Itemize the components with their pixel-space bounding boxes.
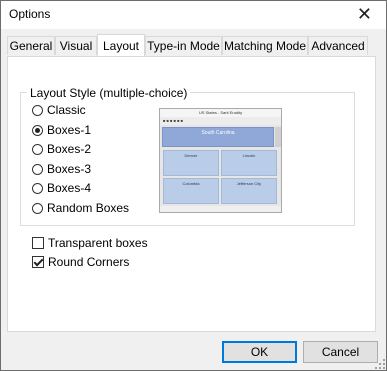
cancel-button[interactable]: Cancel xyxy=(303,341,378,363)
tab-matching-mode[interactable]: Matching Mode xyxy=(222,36,308,55)
checkbox-label: Round Corners xyxy=(48,255,130,269)
layout-style-group-label: Layout Style (multiple-choice) xyxy=(27,86,191,100)
tab-strip: General Visual Layout Type-in Mode Match… xyxy=(7,34,377,57)
tab-type-in-mode[interactable]: Type-in Mode xyxy=(145,36,222,55)
resize-grip-icon[interactable] xyxy=(375,359,385,369)
window-title: Options xyxy=(9,7,51,21)
close-icon[interactable]: ✕ xyxy=(357,4,372,24)
radio-button[interactable] xyxy=(32,163,43,175)
checkbox-box[interactable] xyxy=(32,237,44,249)
radio-label: Boxes-1 xyxy=(47,123,92,137)
radio-label: Classic xyxy=(47,103,86,117)
preview-status-bar xyxy=(160,206,281,212)
radio-button[interactable] xyxy=(32,104,43,116)
radio-button[interactable] xyxy=(32,143,43,155)
preview-header-cell: South Carolina xyxy=(162,127,274,147)
tab-advanced[interactable]: Advanced xyxy=(308,36,368,55)
radio-label: Boxes-2 xyxy=(47,142,92,156)
radio-boxes-3[interactable]: Boxes-3 xyxy=(32,161,91,177)
radio-button[interactable] xyxy=(32,202,43,214)
radio-boxes-2[interactable]: Boxes-2 xyxy=(32,141,91,157)
preview-cell: Lincoln xyxy=(221,150,277,176)
preview-scrollbar xyxy=(275,127,281,147)
title-bar: Options ✕ xyxy=(1,1,386,29)
radio-label: Boxes-3 xyxy=(47,162,92,176)
radio-random-boxes[interactable]: Random Boxes xyxy=(32,200,129,216)
checkbox-label: Transparent boxes xyxy=(48,236,148,250)
radio-label: Boxes-4 xyxy=(47,181,92,195)
preview-cell: Columbia xyxy=(163,178,219,204)
radio-label: Random Boxes xyxy=(47,201,130,215)
ok-button[interactable]: OK xyxy=(222,341,297,363)
tab-visual[interactable]: Visual xyxy=(55,36,97,55)
tab-layout[interactable]: Layout xyxy=(97,34,145,56)
radio-classic[interactable]: Classic xyxy=(32,102,86,118)
layout-preview-image: US States - Sarit Erudity ■ ■ ■ ■ ■ ■ So… xyxy=(159,108,282,213)
checkbox-transparent-boxes[interactable]: Transparent boxes xyxy=(32,235,148,251)
radio-boxes-4[interactable]: Boxes-4 xyxy=(32,180,91,196)
checkbox-round-corners[interactable]: Round Corners xyxy=(32,254,129,270)
tab-general[interactable]: General xyxy=(7,36,55,55)
radio-boxes-1[interactable]: Boxes-1 xyxy=(32,122,91,138)
preview-menu-bar: ■ ■ ■ ■ ■ ■ xyxy=(160,117,281,125)
radio-button-selected[interactable] xyxy=(32,124,43,136)
preview-cell: Denver xyxy=(163,150,219,176)
preview-cell: Jefferson City xyxy=(221,178,277,204)
preview-title: US States - Sarit Erudity xyxy=(160,109,281,117)
checkbox-box-checked[interactable] xyxy=(32,256,44,268)
radio-button[interactable] xyxy=(32,182,43,194)
